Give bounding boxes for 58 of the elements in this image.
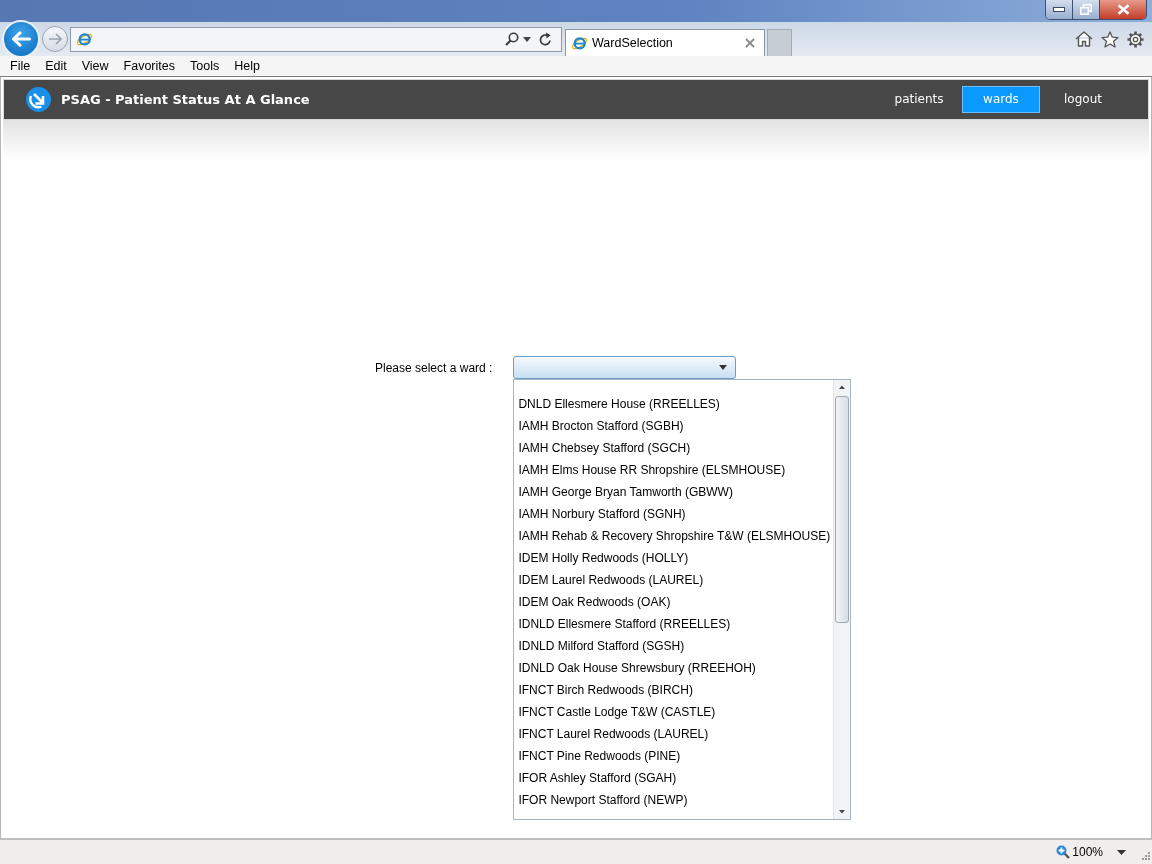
ward-option[interactable]: IDNLD Oak House Shrewsbury (RREEHOH)	[514, 657, 834, 679]
home-icon[interactable]	[1075, 31, 1093, 47]
address-field[interactable]	[70, 26, 562, 52]
star-icon[interactable]	[1101, 30, 1119, 48]
left-arrow-icon	[11, 31, 31, 47]
browser-logo-icon	[76, 31, 93, 47]
ward-option[interactable]: IAMH Elms House RR Shropshire (ELSMHOUSE)	[514, 459, 834, 481]
menu-item[interactable]: Tools	[190, 56, 220, 76]
caret-icon[interactable]	[1117, 849, 1126, 855]
ward-option[interactable]: IFOR Newport Stafford (NEWP)	[514, 789, 834, 811]
ward-option[interactable]: IFOR Ashley Stafford (SGAH)	[514, 767, 834, 789]
arrow-logo-icon	[26, 87, 51, 112]
ward-option[interactable]: IAMH Norbury Stafford (SGNH)	[514, 503, 834, 525]
ward-option[interactable]: IDEM Oak Redwoods (OAK)	[514, 591, 834, 613]
nav-link[interactable]: logout	[1044, 86, 1122, 113]
caret-icon[interactable]	[523, 36, 531, 42]
zoom-level[interactable]: 100%	[1072, 843, 1103, 861]
resize-grip-icon[interactable]	[1142, 852, 1150, 860]
minimize-icon	[1053, 7, 1065, 12]
close-icon	[1116, 4, 1130, 15]
scrollbar-thumb[interactable]	[835, 396, 850, 623]
ward-option[interactable]: IDEM Holly Redwoods (HOLLY)	[514, 547, 834, 569]
browser-tab[interactable]: WardSelection	[565, 29, 765, 56]
ward-option[interactable]: IAMH Chebsey Stafford (SGCH)	[514, 437, 834, 459]
ward-option[interactable]: IFNCT Birch Redwoods (BIRCH)	[514, 679, 834, 701]
menu-item[interactable]: File	[10, 56, 31, 76]
ward-option[interactable]: IAMH Brocton Stafford (SGBH)	[514, 415, 834, 437]
menu-item[interactable]: View	[81, 56, 109, 76]
ward-option[interactable]: IFNCT Castle Lodge T&W (CASTLE)	[514, 701, 834, 723]
nav-link[interactable]: patients	[880, 86, 958, 113]
minimize-button[interactable]	[1046, 0, 1073, 19]
refresh-icon[interactable]	[539, 32, 552, 46]
menu-item[interactable]: Edit	[45, 56, 67, 76]
restore-button[interactable]	[1073, 0, 1100, 19]
caret-icon	[719, 365, 728, 370]
restore-icon	[1080, 4, 1092, 15]
scrollbar-track[interactable]	[833, 380, 851, 819]
close-icon[interactable]	[745, 38, 755, 48]
menu-item[interactable]: Favorites	[123, 56, 175, 76]
back-button[interactable]	[2, 20, 40, 58]
settings-icon[interactable]	[1127, 30, 1144, 48]
app-title: PSAG - Patient Status At A Glance	[61, 90, 310, 109]
zoom-icon[interactable]	[1056, 845, 1071, 859]
ward-option[interactable]: IFNCT Laurel Redwoods (LAUREL)	[514, 723, 834, 745]
field-label: Please select a ward :	[375, 359, 493, 377]
search-icon[interactable]	[505, 32, 519, 46]
ward-select[interactable]	[513, 356, 737, 379]
ward-option[interactable]: IAMH George Bryan Tamworth (GBWW)	[514, 481, 834, 503]
ward-option[interactable]: IAMH Rehab & Recovery Shropshire T&W (ELSMHOUSE)	[514, 525, 834, 547]
ward-option[interactable]: IDNLD Milford Stafford (SGSH)	[514, 635, 834, 657]
ward-option[interactable]: IDEM Laurel Redwoods (LAUREL)	[514, 569, 834, 591]
ward-option[interactable]: IFNCT Pine Redwoods (PINE)	[514, 745, 834, 767]
menu-item[interactable]: Help	[234, 56, 260, 76]
ward-option[interactable]: IDNLD Ellesmere Stafford (RREELLES)	[514, 613, 834, 635]
ward-option[interactable]: DNLD Ellesmere House (RREELLES)	[514, 393, 834, 415]
browser-logo-icon	[571, 35, 588, 51]
close-button[interactable]	[1100, 0, 1146, 19]
right-arrow-icon	[48, 33, 62, 45]
